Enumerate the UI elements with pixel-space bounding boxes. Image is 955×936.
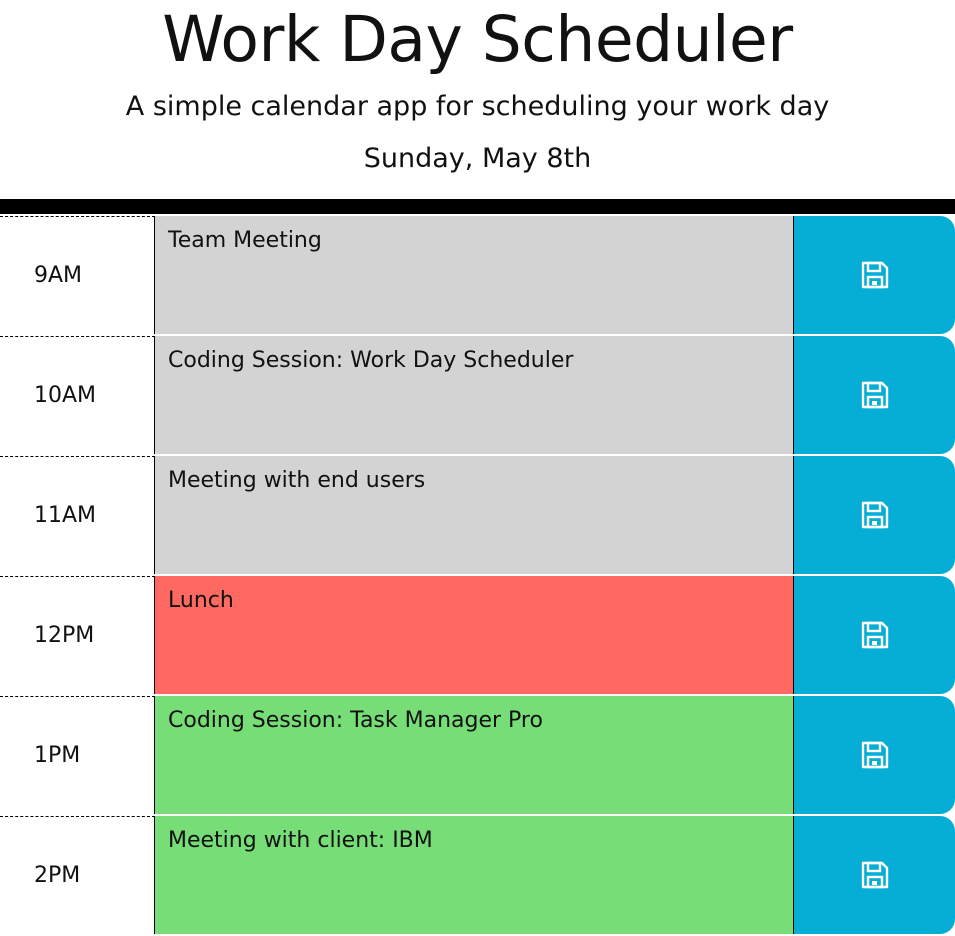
save-button[interactable]	[794, 816, 955, 934]
floppy-disk-icon	[860, 860, 890, 890]
header: Work Day Scheduler A simple calendar app…	[0, 0, 955, 198]
floppy-disk-icon	[860, 500, 890, 530]
floppy-disk-icon	[860, 740, 890, 770]
floppy-disk-icon	[860, 260, 890, 290]
current-day: Sunday, May 8th	[363, 143, 592, 174]
event-description[interactable]: Lunch	[155, 576, 794, 694]
floppy-disk-icon	[860, 380, 890, 410]
save-button[interactable]	[794, 336, 955, 454]
time-block: 9AM Team Meeting	[0, 216, 955, 334]
page-title: Work Day Scheduler	[162, 3, 793, 76]
event-description[interactable]: Team Meeting	[155, 216, 794, 334]
save-button[interactable]	[794, 696, 955, 814]
floppy-disk-icon	[860, 620, 890, 650]
hour-label: 2PM	[0, 816, 155, 934]
time-block: 1PM Coding Session: Task Manager Pro	[0, 696, 955, 814]
hour-label: 1PM	[0, 696, 155, 814]
time-block: 11AM Meeting with end users	[0, 456, 955, 574]
save-button[interactable]	[794, 456, 955, 574]
hour-label: 11AM	[0, 456, 155, 574]
hour-label: 12PM	[0, 576, 155, 694]
hour-label: 10AM	[0, 336, 155, 454]
save-button[interactable]	[794, 216, 955, 334]
timeblocks: 9AM Team Meeting 10AM Coding Session: Wo…	[0, 216, 955, 936]
save-button[interactable]	[794, 576, 955, 694]
event-description[interactable]: Coding Session: Work Day Scheduler	[155, 336, 794, 454]
event-description[interactable]: Meeting with client: IBM	[155, 816, 794, 934]
event-description[interactable]: Coding Session: Task Manager Pro	[155, 696, 794, 814]
hour-label: 9AM	[0, 216, 155, 334]
time-block: 12PM Lunch	[0, 576, 955, 694]
page-subtitle: A simple calendar app for scheduling you…	[125, 91, 830, 122]
header-divider	[0, 199, 955, 214]
event-description[interactable]: Meeting with end users	[155, 456, 794, 574]
time-block: 2PM Meeting with client: IBM	[0, 816, 955, 934]
time-block: 10AM Coding Session: Work Day Scheduler	[0, 336, 955, 454]
